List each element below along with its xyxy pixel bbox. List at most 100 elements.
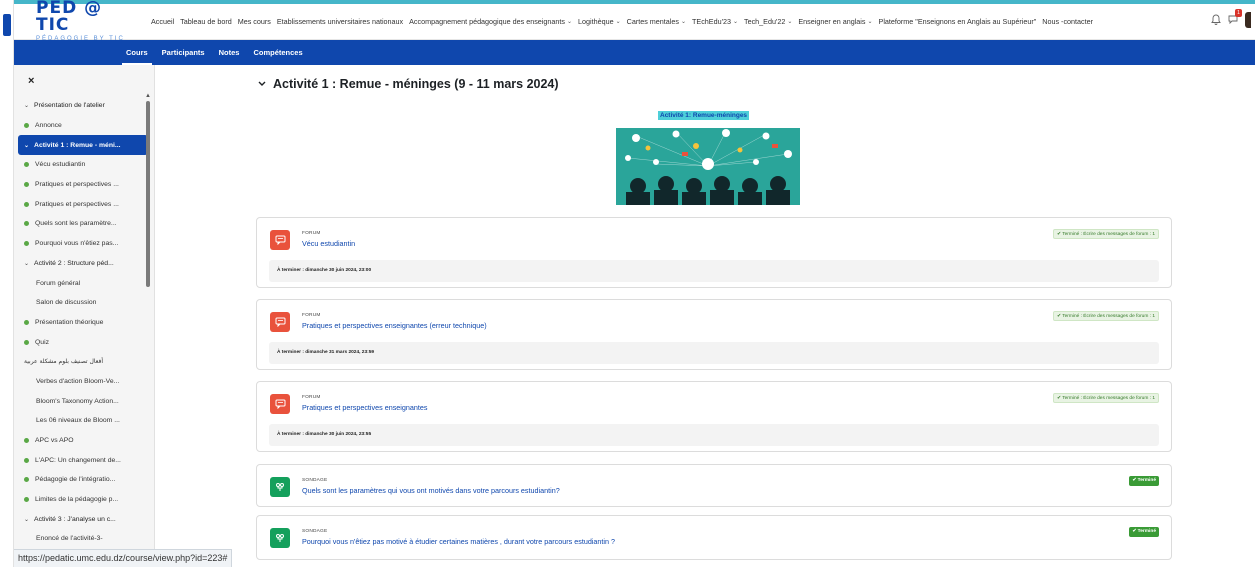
menu-item[interactable]: Nous -contacter <box>1039 17 1096 26</box>
chevron-down-icon: ⌄ <box>867 19 873 25</box>
drawer-item-label: Vécu estudiantin <box>35 161 86 169</box>
drawer-item[interactable]: ⌄ Activité 2 : Structure péd... <box>18 254 148 274</box>
drawer-item[interactable]: Verbes d'action Bloom-Ve... <box>18 372 148 392</box>
menu-item[interactable]: Etablissements universitaires nationaux <box>274 17 406 26</box>
tab-4[interactable]: Compétences <box>253 40 302 65</box>
section-heading[interactable]: Activité 1 : Remue - méninges (9 - 11 ma… <box>258 77 559 91</box>
completion-dot-icon <box>24 438 29 444</box>
menu-item-label: Tableau de bord <box>180 17 232 26</box>
due-date: À terminer : dimanche 31 mars 2024, 23:5… <box>269 342 1159 364</box>
messages-icon[interactable]: 1 <box>1227 9 1242 26</box>
chevron-down-icon: ⌄ <box>24 516 30 523</box>
menu-item-label: Logithèque <box>578 17 614 26</box>
drawer-item-label: Activité 1 : Remue - méni... <box>34 141 121 149</box>
drawer-scrollbar[interactable] <box>146 101 150 287</box>
completion-status-badge: ✔ Terminé : Écrire des messages de forum… <box>1052 229 1159 239</box>
drawer-item[interactable]: Les 06 niveaux de Bloom ... <box>18 411 148 431</box>
drawer-item[interactable]: Pratiques et perspectives ... <box>18 175 148 195</box>
drawer-item-label: Présentation théorique <box>35 318 104 326</box>
drawer-item-label: Les 06 niveaux de Bloom ... <box>36 417 120 425</box>
activity-link[interactable]: Vécu estudiantin <box>302 239 355 248</box>
menu-item[interactable]: Logithèque ⌄ <box>575 17 624 26</box>
activity-link[interactable]: Quels sont les paramètres qui vous ont m… <box>302 486 560 495</box>
chevron-down-icon: ⌄ <box>680 19 687 25</box>
drawer-item-label: Pourquoi vous n'êtiez pas... <box>35 240 119 248</box>
chevron-down-icon: ⌄ <box>732 19 738 25</box>
avatar[interactable] <box>1245 12 1251 28</box>
drawer-item[interactable]: أفعال تصنيف بلوم مشكلة عربية <box>18 352 148 372</box>
drawer-item[interactable]: Pourquoi vous n'êtiez pas... <box>18 234 148 254</box>
drawer-item[interactable]: Limites de la pédagogie p... <box>18 490 148 510</box>
drawer-item-label: Annonce <box>35 122 62 130</box>
tab-2[interactable]: Participants <box>162 40 205 65</box>
menu-item[interactable]: Tableau de bord <box>177 17 235 26</box>
drawer-item[interactable]: ⌄ Activité 3 : J'analyse un c... <box>18 509 148 529</box>
menu-item-label: Nous -contacter <box>1042 17 1094 26</box>
course-content: Activité 1 : Remue - méninges (9 - 11 ma… <box>246 65 1186 567</box>
menu-item[interactable]: Mes cours <box>235 17 274 26</box>
drawer-item-label: Forum général <box>36 279 81 287</box>
drawer-item[interactable]: Salon de discussion <box>18 293 148 313</box>
completion-dot-icon <box>24 201 29 207</box>
drawer-item[interactable]: ⌄ Présentation de l'atelier <box>18 96 148 116</box>
completion-status-badge: ✔ Terminé <box>1129 527 1159 537</box>
activity-link[interactable]: Pratiques et perspectives enseignantes <box>302 403 427 412</box>
drawer-item-label: أفعال تصنيف بلوم مشكلة عربية <box>24 358 104 366</box>
menu-item-label: Accueil <box>151 17 175 26</box>
bell-icon[interactable] <box>1211 14 1221 26</box>
drawer-item[interactable]: L'APC: Un changement de... <box>18 450 148 470</box>
activity-type: SONDAGE <box>302 529 328 534</box>
site-logo[interactable]: PED @ TIC PÉDAGOGIE BY TIC <box>14 0 136 43</box>
completion-dot-icon <box>24 182 29 188</box>
menu-item[interactable]: Enseigner en anglais ⌄ <box>795 17 875 26</box>
drawer-item[interactable]: Pédagogie de l'intégratio... <box>18 470 148 490</box>
section-title: Activité 1 : Remue - méninges (9 - 11 ma… <box>273 77 559 91</box>
course-secondary-nav: Cours Participants Notes Compétences <box>14 40 1255 65</box>
menu-item[interactable]: Tech_Edu'22 ⌄ <box>741 17 795 26</box>
drawer-item[interactable]: APC vs APO <box>18 431 148 451</box>
menu-item[interactable]: TEchEdu'23 ⌄ <box>689 17 741 26</box>
drawer-item[interactable]: ⌄ Activité 1 : Remue - méni... <box>18 135 148 156</box>
activity-card: FORUM Vécu estudiantin ✔ Terminé : Écrire … <box>256 217 1172 288</box>
drawer-item-label: Pratiques et perspectives ... <box>35 181 119 189</box>
completion-dot-icon <box>24 123 29 129</box>
drawer-item-label: APC vs APO <box>35 437 74 445</box>
drawer-item-label: Bloom's Taxonomy Action... <box>36 397 119 405</box>
activity-card: SONDAGE Quels sont les paramètres qui vou… <box>256 464 1172 507</box>
course-index-drawer: × ▲ ⌄ Présentation de l'atelier Annonce ⌄ Ac… <box>14 65 155 567</box>
drawer-item[interactable]: Présentation théorique <box>18 313 148 333</box>
drawer-item-label: Activité 3 : J'analyse un c... <box>34 515 116 523</box>
drawer-item-label: Présentation de l'atelier <box>34 102 105 110</box>
image-caption: Activité 1: Remue-méninges <box>658 111 750 120</box>
drawer-item[interactable]: Quiz <box>18 332 148 352</box>
tab-3[interactable]: Notes <box>219 40 240 65</box>
menu-item[interactable]: Accompagnement pédagogique des enseignan… <box>406 17 575 26</box>
drawer-item[interactable]: Bloom's Taxonomy Action... <box>18 391 148 411</box>
completion-dot-icon <box>24 319 29 325</box>
drawer-item[interactable]: Pratiques et perspectives ... <box>18 194 148 214</box>
drawer-item[interactable]: Forum général <box>18 273 148 293</box>
completion-status-badge: ✔ Terminé : Écrire des messages de forum… <box>1052 393 1159 403</box>
completion-dot-icon <box>24 457 29 463</box>
tab-1[interactable]: Cours <box>122 40 152 65</box>
close-drawer-button[interactable]: × <box>28 75 34 87</box>
menu-item[interactable]: Plateforme "Enseignons en Anglais au Sup… <box>876 17 1040 26</box>
drawer-item[interactable]: Quels sont les paramètre... <box>18 214 148 234</box>
menu-item-label: TEchEdu'23 <box>692 17 731 26</box>
drawer-item[interactable]: Vécu estudiantin <box>18 155 148 175</box>
drawer-item-label: Enoncé de l'activité-3- <box>36 535 103 543</box>
completion-dot-icon <box>24 497 29 503</box>
completion-dot-icon <box>24 221 29 227</box>
menu-item[interactable]: Cartes mentales ⌄ <box>624 17 689 26</box>
menu-item[interactable]: Accueil <box>148 17 177 26</box>
forum-icon <box>270 312 290 332</box>
edge-handle[interactable] <box>3 14 11 36</box>
activity-link[interactable]: Pourquoi vous n'êtiez pas motivé à étudi… <box>302 537 615 546</box>
drawer-item[interactable]: Enoncé de l'activité-3- <box>18 529 148 549</box>
completion-dot-icon <box>24 241 29 247</box>
activity-link[interactable]: Pratiques et perspectives enseignantes (… <box>302 321 487 330</box>
drawer-item[interactable]: Annonce <box>18 116 148 136</box>
completion-status-badge: ✔ Terminé <box>1129 476 1159 486</box>
completion-dot-icon <box>24 162 29 168</box>
completion-dot-icon <box>24 477 29 483</box>
